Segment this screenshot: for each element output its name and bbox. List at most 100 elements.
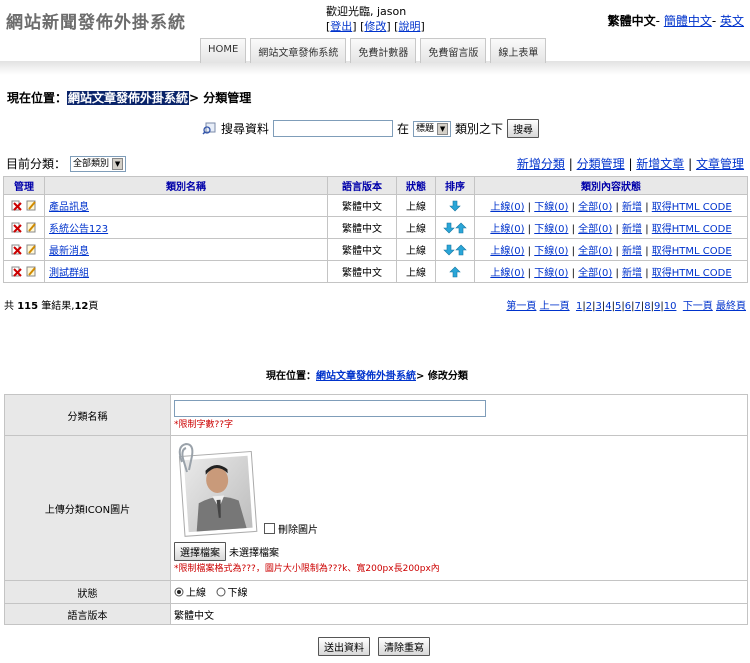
row-link-1[interactable]: 下線(0) — [534, 268, 568, 279]
summary-mid: 筆結果, — [41, 301, 75, 312]
category-icon-image — [178, 442, 258, 537]
row-link-3[interactable]: 新增 — [622, 268, 642, 279]
delete-image-checkbox[interactable] — [264, 523, 275, 534]
category-name-link[interactable]: 測試群組 — [49, 268, 89, 279]
row-link-1[interactable]: 下線(0) — [534, 246, 568, 257]
edit-icon[interactable] — [26, 266, 37, 277]
breadcrumb-system-link[interactable]: 網站文章發佈外掛系統 — [67, 91, 190, 105]
tab-article-system[interactable]: 網站文章發佈系統 — [250, 38, 347, 63]
radio-unchecked-icon — [216, 587, 226, 597]
delete-icon[interactable] — [11, 244, 22, 255]
edit-profile-link[interactable]: 修改 — [364, 20, 386, 33]
search-bar: 搜尋資料 在 標題 ▼ 類別之下 搜尋 — [202, 119, 540, 138]
delete-icon[interactable] — [11, 200, 22, 211]
row-link-4[interactable]: 取得HTML CODE — [652, 268, 732, 279]
add-category-link[interactable]: 新增分類 — [517, 157, 565, 171]
row-link-0[interactable]: 上線(0) — [490, 224, 524, 235]
page-number-link[interactable]: 6 — [625, 301, 631, 312]
row-link-3[interactable]: 新增 — [622, 246, 642, 257]
col-manage: 管理 — [3, 176, 45, 195]
lang-simplified-link[interactable]: 簡體中文 — [664, 14, 712, 28]
last-page-link[interactable]: 最終頁 — [716, 301, 746, 312]
row-lang: 繁體中文 — [327, 194, 397, 217]
sort-down-icon[interactable] — [443, 244, 455, 256]
row-link-2[interactable]: 全部(0) — [578, 268, 612, 279]
row-link-2[interactable]: 全部(0) — [578, 224, 612, 235]
tab-home[interactable]: HOME — [200, 38, 247, 63]
result-count: 115 — [17, 301, 39, 312]
next-page-link[interactable]: 下一頁 — [683, 301, 713, 312]
submit-button[interactable]: 送出資料 — [318, 637, 370, 656]
row-link-0[interactable]: 上線(0) — [490, 268, 524, 279]
row-link-3[interactable]: 新增 — [622, 224, 642, 235]
page-number-link[interactable]: 2 — [586, 301, 592, 312]
row-link-2[interactable]: 全部(0) — [578, 246, 612, 257]
category-select[interactable]: 全部類別 ▼ — [70, 155, 127, 172]
row-lang: 繁體中文 — [327, 216, 397, 239]
form-breadcrumb-system-link[interactable]: 網站文章發佈外掛系統 — [316, 371, 416, 382]
category-name-input[interactable] — [174, 400, 486, 417]
status-cell: 上線 下線 — [170, 580, 748, 604]
col-sort: 排序 — [435, 176, 475, 195]
prev-page-link[interactable]: 上一頁 — [540, 301, 570, 312]
tab-counter[interactable]: 免費計數器 — [350, 38, 417, 63]
page-number-link[interactable]: 3 — [595, 301, 601, 312]
page-number-link[interactable]: 1 — [576, 301, 582, 312]
row-link-4[interactable]: 取得HTML CODE — [652, 224, 732, 235]
add-article-link[interactable]: 新增文章 — [636, 157, 684, 171]
table-row: 產品訊息 繁體中文 上線 上線(0) | 下線(0) | 全部(0) | 新增 | 取… — [3, 194, 748, 217]
edit-icon[interactable] — [26, 200, 37, 211]
status-online-option[interactable]: 上線 — [174, 584, 206, 599]
file-hint: *限制檔案格式為???，圖片大小限制為???k、寬200px長200px內 — [174, 564, 440, 574]
manage-article-link[interactable]: 文章管理 — [696, 157, 744, 171]
sort-up-icon[interactable] — [455, 222, 467, 234]
search-input[interactable] — [273, 120, 394, 137]
tab-online-form[interactable]: 線上表單 — [490, 38, 547, 63]
delete-icon[interactable] — [11, 266, 22, 277]
summary-pre: 共 — [4, 301, 14, 312]
category-name-link[interactable]: 系統公告123 — [49, 224, 108, 235]
search-button[interactable]: 搜尋 — [507, 119, 540, 138]
page-number-link[interactable]: 4 — [605, 301, 611, 312]
delete-image-label: 刪除圖片 — [278, 525, 318, 536]
edit-icon[interactable] — [26, 222, 37, 233]
category-name-link[interactable]: 最新消息 — [49, 246, 89, 257]
form-row-name: 分類名稱 *限制字數??字 — [4, 394, 748, 436]
sort-up-icon[interactable] — [449, 266, 461, 278]
row-link-2[interactable]: 全部(0) — [578, 202, 612, 213]
row-link-0[interactable]: 上線(0) — [490, 202, 524, 213]
tab-guestbook[interactable]: 免費留言版 — [420, 38, 487, 63]
choose-file-button[interactable]: 選擇檔案 — [174, 542, 226, 561]
lang-value: 繁體中文 — [170, 603, 748, 625]
row-link-3[interactable]: 新增 — [622, 202, 642, 213]
first-page-link[interactable]: 第一頁 — [506, 301, 536, 312]
row-lang: 繁體中文 — [327, 260, 397, 283]
sort-down-icon[interactable] — [449, 200, 461, 212]
category-select-value: 全部類別 — [73, 158, 110, 169]
delete-icon[interactable] — [11, 222, 22, 233]
row-link-1[interactable]: 下線(0) — [534, 224, 568, 235]
page-number-link[interactable]: 8 — [644, 301, 650, 312]
dropdown-arrow-icon: ▼ — [437, 122, 449, 135]
page-number-link[interactable]: 5 — [615, 301, 621, 312]
page-number-link[interactable]: 10 — [664, 301, 677, 312]
logout-link[interactable]: 登出 — [330, 20, 352, 33]
category-name-link[interactable]: 產品訊息 — [49, 202, 89, 213]
row-link-4[interactable]: 取得HTML CODE — [652, 202, 732, 213]
lang-english-link[interactable]: 英文 — [720, 14, 744, 28]
row-link-4[interactable]: 取得HTML CODE — [652, 246, 732, 257]
page-number-link[interactable]: 9 — [654, 301, 660, 312]
row-actions — [3, 238, 45, 261]
sort-down-icon[interactable] — [443, 222, 455, 234]
row-link-0[interactable]: 上線(0) — [490, 246, 524, 257]
row-link-1[interactable]: 下線(0) — [534, 202, 568, 213]
reset-button[interactable]: 清除重寫 — [378, 637, 430, 656]
help-link[interactable]: 說明 — [398, 20, 420, 33]
page-numbers: 1|2|3|4|5|6|7|8|9|10 — [575, 301, 677, 312]
edit-icon[interactable] — [26, 244, 37, 255]
manage-category-link[interactable]: 分類管理 — [577, 157, 625, 171]
search-field-select[interactable]: 標題 ▼ — [413, 120, 452, 137]
sort-up-icon[interactable] — [455, 244, 467, 256]
status-offline-option[interactable]: 下線 — [216, 584, 248, 599]
page-number-link[interactable]: 7 — [634, 301, 640, 312]
